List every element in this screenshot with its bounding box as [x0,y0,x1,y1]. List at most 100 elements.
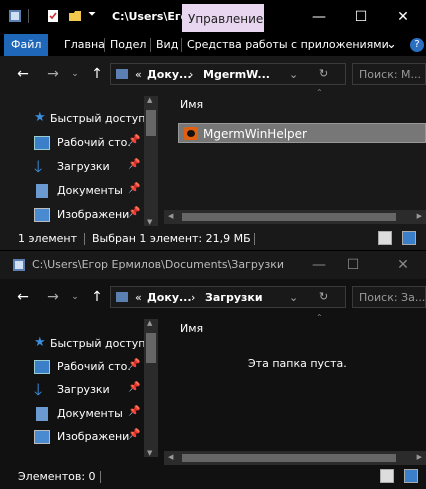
up-icon[interactable]: ↑ [88,64,106,84]
up-icon[interactable]: ↑ [88,287,106,307]
address-bar-row: ← → ⌄ ↑ « Доку... › Загрузки ⌄ ↻ Поиск: … [0,283,426,317]
recent-dropdown-icon[interactable]: ⌄ [66,287,84,307]
explorer-window-mgermwinhelper: ⏷ C:\Users\Егор Управление — ☐ ✕ Файл Гл… [0,0,426,250]
tab-view[interactable]: Вид [156,34,178,56]
tab-home[interactable]: Главна [64,34,105,56]
details-view-icon[interactable] [380,469,394,483]
large-icons-view-icon[interactable] [402,231,416,245]
large-icons-view-icon[interactable] [404,469,418,483]
column-header-name[interactable]: Имя [180,322,203,335]
address-dropdown-icon[interactable]: ⌄ [289,291,298,304]
pin-icon[interactable]: 📌 [128,207,140,218]
ribbon-expand-icon[interactable]: ⌄ [386,34,397,56]
nav-item-documents[interactable]: Документы 📌 [30,180,158,202]
manage-tab[interactable]: Управление [182,4,264,32]
pin-icon[interactable]: 📌 [128,406,140,417]
nav-scrollbar[interactable]: ▲ ▼ [144,319,158,457]
nav-scroll-thumb[interactable] [146,110,156,136]
nav-item-pictures[interactable]: Изображени 📌 [30,426,158,448]
content-horizontal-scrollbar[interactable]: ◀ ▶ [164,210,426,224]
minimize-button[interactable]: — [298,0,340,34]
nav-item-documents[interactable]: Документы 📌 [30,403,158,425]
maximize-button[interactable]: ☐ [332,251,374,279]
nav-scrollbar[interactable]: ▲ ▼ [144,96,158,226]
scroll-right-icon[interactable]: ▶ [417,212,422,220]
pin-icon[interactable]: 📌 [128,135,140,146]
address-bar-row: ← → ⌄ ↑ « Доку... › MgermW... ⌄ ↻ Поиск:… [0,58,426,92]
scroll-left-icon[interactable]: ◀ [168,212,173,220]
documents-icon [36,407,48,421]
star-icon: ★ [34,335,46,350]
desktop-icon [34,136,50,150]
nav-label: Быстрый доступ [50,337,146,350]
file-item-selected[interactable]: MgermWinHelper [178,123,426,143]
address-dropdown-icon[interactable]: ⌄ [289,68,298,81]
search-input[interactable]: Поиск: За... [352,286,426,308]
back-icon[interactable]: ← [14,287,32,307]
pin-icon[interactable]: 📌 [128,429,140,440]
address-field[interactable]: « Доку... › Загрузки ⌄ ↻ [110,286,346,308]
refresh-icon[interactable]: ↻ [319,290,328,303]
nav-label: Загрузки [57,383,110,396]
address-overflow[interactable]: « [135,68,142,81]
pin-icon[interactable]: 📌 [128,359,140,370]
horizontal-scroll-thumb[interactable] [182,454,396,462]
status-item-count: Элементов: 0 [18,470,96,483]
address-part-documents[interactable]: Доку... [147,68,192,81]
search-input[interactable]: Поиск: М... [352,63,426,85]
status-selection: Выбран 1 элемент: 21,9 МБ [92,232,251,245]
help-icon[interactable]: ? [410,38,424,52]
folder-location-icon [116,69,128,79]
scroll-up-icon[interactable]: ▲ [147,96,152,104]
status-bar: 1 элемент Выбран 1 элемент: 21,9 МБ [0,229,426,249]
nav-item-downloads[interactable]: 🡓 Загрузки 📌 [30,379,158,401]
close-button[interactable]: ✕ [382,0,424,34]
content-horizontal-scrollbar[interactable]: ◀ ▶ [164,451,426,465]
address-field[interactable]: « Доку... › MgermW... ⌄ ↻ [110,63,346,85]
file-name: MgermWinHelper [203,127,307,141]
refresh-icon[interactable]: ↻ [319,67,328,80]
new-folder-icon[interactable] [68,9,82,23]
nav-item-quick-access[interactable]: ★ Быстрый доступ [30,108,158,130]
nav-scroll-thumb[interactable] [146,333,156,363]
nav-item-quick-access[interactable]: ★ Быстрый доступ [30,333,158,355]
explorer-window-downloads: C:\Users\Егор Ермилов\Documents\Загрузки… [0,251,426,489]
scroll-right-icon[interactable]: ▶ [417,453,422,461]
close-button[interactable]: ✕ [382,251,424,279]
nav-item-pictures[interactable]: Изображени 📌 [30,204,158,226]
scroll-up-icon[interactable]: ▲ [147,319,152,327]
quick-access-dropdown-icon[interactable]: ⏷ [88,9,102,23]
nav-item-desktop[interactable]: Рабочий сто. 📌 [30,132,158,154]
navigation-pane: ★ Быстрый доступ Рабочий сто. 📌 🡓 Загруз… [0,319,160,457]
pin-icon[interactable]: 📌 [128,382,140,393]
pin-icon[interactable]: 📌 [128,183,140,194]
scroll-down-icon[interactable]: ▼ [147,218,152,226]
pin-icon[interactable]: 📌 [128,159,140,170]
properties-icon[interactable] [46,9,60,23]
details-view-icon[interactable] [378,231,392,245]
pictures-icon [34,430,50,444]
tab-share[interactable]: Подел [110,34,146,56]
scroll-down-icon[interactable]: ▼ [147,449,152,457]
address-separator: › [189,68,194,81]
scroll-left-icon[interactable]: ◀ [168,453,173,461]
nav-item-desktop[interactable]: Рабочий сто. 📌 [30,356,158,378]
forward-icon[interactable]: → [44,64,62,84]
column-header-name[interactable]: Имя [180,98,203,111]
horizontal-scroll-thumb[interactable] [182,213,396,221]
tab-file[interactable]: Файл [4,34,49,56]
address-part-folder[interactable]: Загрузки [205,291,263,304]
window-title: C:\Users\Егор Ермилов\Documents\Загрузки [32,258,285,271]
download-icon: 🡓 [34,380,43,399]
back-icon[interactable]: ← [14,64,32,84]
app-icon [184,127,198,140]
separator [28,9,29,23]
address-overflow[interactable]: « [135,291,142,304]
recent-dropdown-icon[interactable]: ⌄ [66,64,84,84]
forward-icon[interactable]: → [44,287,62,307]
nav-item-downloads[interactable]: 🡓 Загрузки 📌 [30,156,158,178]
address-part-folder[interactable]: MgermW... [203,68,270,81]
address-part-documents[interactable]: Доку... [147,291,192,304]
tab-app-tools[interactable]: Средства работы с приложениями [187,34,389,56]
maximize-button[interactable]: ☐ [340,0,382,34]
